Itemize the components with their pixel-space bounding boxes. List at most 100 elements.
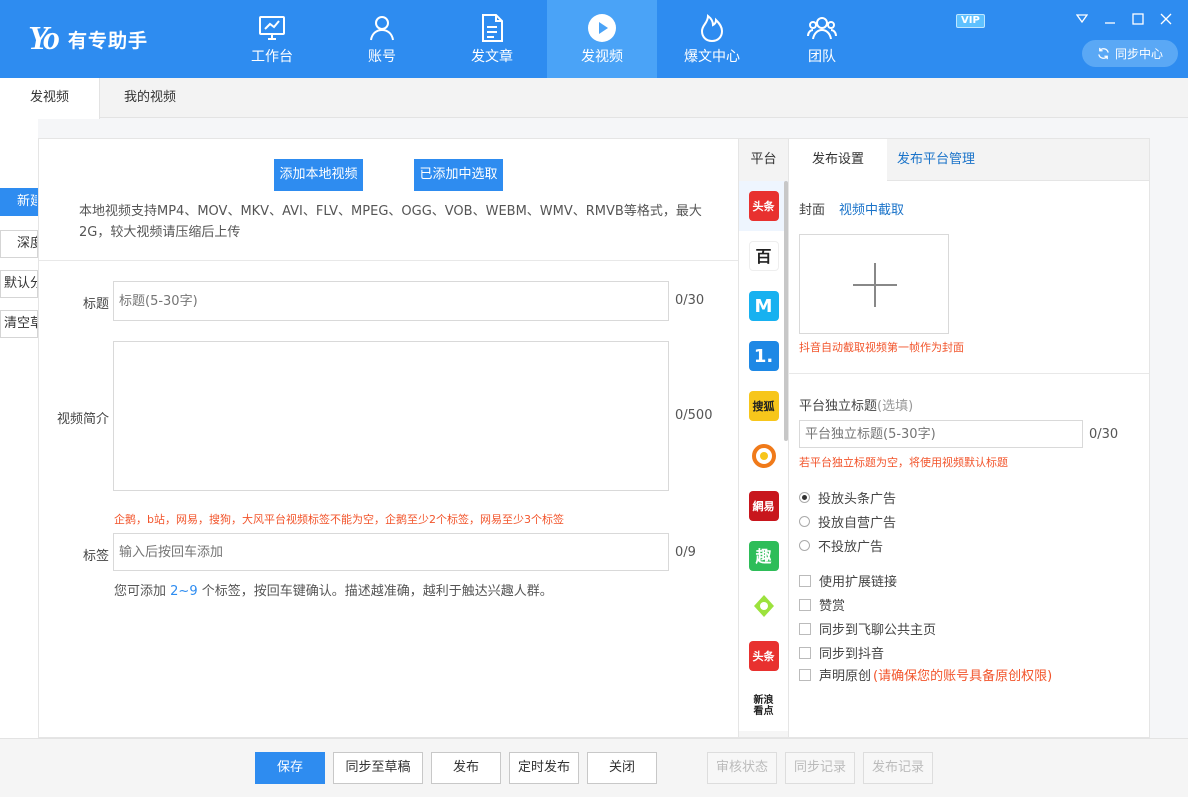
checkbox xyxy=(799,668,811,681)
app-window: Yo 有专助手 工作台 账号 发文章 发视频 爆文中心 团队 VIP 同步中心 … xyxy=(0,0,1188,797)
check-label: 赞赏 xyxy=(819,599,846,614)
baijiahao-icon: 百 xyxy=(748,241,779,271)
nav-article[interactable]: 发文章 xyxy=(437,0,547,78)
check-sync-feiliao[interactable]: 同步到飞聊公共主页 xyxy=(799,619,936,638)
publish-button[interactable]: 发布 xyxy=(431,752,501,784)
platform-item[interactable] xyxy=(739,431,788,481)
platform-item[interactable]: 1. xyxy=(739,331,788,381)
check-extend-link[interactable]: 使用扩展链接 xyxy=(799,571,897,590)
check-sync-douyin[interactable]: 同步到抖音 xyxy=(799,643,884,662)
divider xyxy=(789,373,1149,374)
review-status-button[interactable]: 审核状态 xyxy=(707,752,777,784)
sync-center-button[interactable]: 同步中心 xyxy=(1082,40,1178,67)
intro-textarea[interactable] xyxy=(113,341,669,491)
sohu-icon: 搜狐 xyxy=(748,391,779,421)
publish-settings-panel: 发布设置 发布平台管理 封面 视频中截取 抖音自动截取视频第一帧作为封面 平台独… xyxy=(789,138,1150,738)
monitor-icon xyxy=(259,16,285,40)
tag-input[interactable] xyxy=(113,533,669,571)
intro-label: 视频简介 xyxy=(56,412,109,427)
platform-item[interactable]: 搜狐 xyxy=(739,381,788,431)
platform-item[interactable] xyxy=(739,581,788,631)
capture-from-video-link[interactable]: 视频中截取 xyxy=(839,199,904,218)
platform-item[interactable]: 头条 xyxy=(739,181,788,231)
nav-hot-articles[interactable]: 爆文中心 xyxy=(657,0,767,78)
close-button[interactable]: 关闭 xyxy=(587,752,657,784)
own-title-optional: (选填) xyxy=(877,399,914,414)
qutoutiao-icon: 趣 xyxy=(748,541,779,571)
tag-hint-range: 2~9 xyxy=(170,584,198,599)
cover-upload-box[interactable] xyxy=(799,234,949,334)
tab-publish-settings[interactable]: 发布设置 xyxy=(789,139,887,182)
nav-label: 账号 xyxy=(368,49,396,65)
refresh-icon xyxy=(1098,47,1109,60)
title-label: 标题 xyxy=(82,297,109,312)
meipai-icon: M xyxy=(748,291,779,321)
tab-my-videos[interactable]: 我的视频 xyxy=(100,78,200,118)
nav-label: 发文章 xyxy=(471,49,513,65)
cover-label: 封面 xyxy=(799,203,826,218)
toutiao-icon: 头条 xyxy=(748,191,779,221)
radio-toutiao-ads[interactable]: 投放头条广告 xyxy=(799,488,896,507)
sub-tabs: 发视频 我的视频 xyxy=(0,78,1188,119)
own-title-label: 平台独立标题(选填) xyxy=(799,395,913,414)
dropdown-menu-icon[interactable] xyxy=(1074,11,1090,27)
publish-records-button[interactable]: 发布记录 xyxy=(863,752,933,784)
netease-icon: 網易 xyxy=(748,491,779,521)
tab-publish-video[interactable]: 发视频 xyxy=(0,78,100,119)
sync-records-button[interactable]: 同步记录 xyxy=(785,752,855,784)
nav-team[interactable]: 团队 xyxy=(767,0,877,78)
timed-publish-button[interactable]: 定时发布 xyxy=(509,752,579,784)
own-title-input[interactable] xyxy=(799,420,1083,448)
upload-format-note: 本地视频支持MP4、MOV、MKV、AVI、FLV、MPEG、OGG、VOB、W… xyxy=(79,204,702,240)
platform-header: 平台 xyxy=(739,139,788,181)
platform-item[interactable]: 新浪看点 xyxy=(739,681,788,731)
default-group-button[interactable]: 默认分 xyxy=(0,270,38,298)
title-counter: 0/30 xyxy=(675,293,705,308)
close-icon[interactable] xyxy=(1158,11,1174,27)
nav-label: 发视频 xyxy=(581,49,623,65)
nav-account[interactable]: 账号 xyxy=(327,0,437,78)
check-reward[interactable]: 赞赏 xyxy=(799,595,845,614)
clear-draft-button[interactable]: 清空草 xyxy=(0,310,38,338)
title-input[interactable] xyxy=(113,281,669,321)
platform-item[interactable]: 头条 xyxy=(739,631,788,681)
main-nav: 工作台 账号 发文章 发视频 爆文中心 团队 xyxy=(217,0,877,78)
iqiyi-icon xyxy=(748,591,779,621)
tag-label: 标签 xyxy=(82,549,109,564)
upload-area: 添加本地视频 已添加中选取 本地视频支持MP4、MOV、MKV、AVI、FLV、… xyxy=(39,139,739,261)
checkbox xyxy=(799,622,811,635)
vip-badge: VIP xyxy=(956,14,985,28)
radio-own-ads[interactable]: 投放自营广告 xyxy=(799,512,896,531)
add-local-video-button[interactable]: 添加本地视频 xyxy=(274,159,363,191)
play-icon xyxy=(588,14,616,42)
own-title-counter: 0/30 xyxy=(1089,427,1119,442)
nav-workbench[interactable]: 工作台 xyxy=(217,0,327,78)
check-original[interactable]: 声明原创 (请确保您的账号具备原创权限) xyxy=(799,665,1052,684)
new-button[interactable]: 新建 xyxy=(0,188,38,216)
platform-list: 头条 百 M 1. 搜狐 網易 趣 头条 新浪看点 xyxy=(739,181,788,731)
save-button[interactable]: 保存 xyxy=(255,752,325,784)
maximize-icon[interactable] xyxy=(1130,11,1146,27)
platform-item[interactable]: 趣 xyxy=(739,531,788,581)
select-added-button[interactable]: 已添加中选取 xyxy=(414,159,503,191)
radio-label: 不投放广告 xyxy=(818,540,884,555)
deep-button[interactable]: 深度 xyxy=(0,230,38,258)
nav-label: 工作台 xyxy=(251,49,293,65)
toutiao2-icon: 头条 xyxy=(748,641,779,671)
platform-item[interactable]: M xyxy=(739,281,788,331)
nav-label: 团队 xyxy=(808,49,836,65)
yidian-icon: 1. xyxy=(748,341,779,371)
platform-scrollbar[interactable] xyxy=(784,181,788,441)
platform-item[interactable]: 網易 xyxy=(739,481,788,531)
check-label: 声明原创 xyxy=(819,669,872,684)
tab-platform-manage[interactable]: 发布平台管理 xyxy=(897,139,975,181)
radio-no-ads[interactable]: 不投放广告 xyxy=(799,536,883,555)
platform-item[interactable]: 百 xyxy=(739,231,788,281)
sync-draft-button[interactable]: 同步至草稿 xyxy=(333,752,423,784)
logo-text: 有专助手 xyxy=(68,29,149,52)
flame-icon xyxy=(700,14,724,43)
nav-video[interactable]: 发视频 xyxy=(547,0,657,78)
check-label: 同步到飞聊公共主页 xyxy=(819,623,937,638)
sync-center-label: 同步中心 xyxy=(1114,47,1163,61)
minimize-icon[interactable] xyxy=(1102,11,1118,27)
